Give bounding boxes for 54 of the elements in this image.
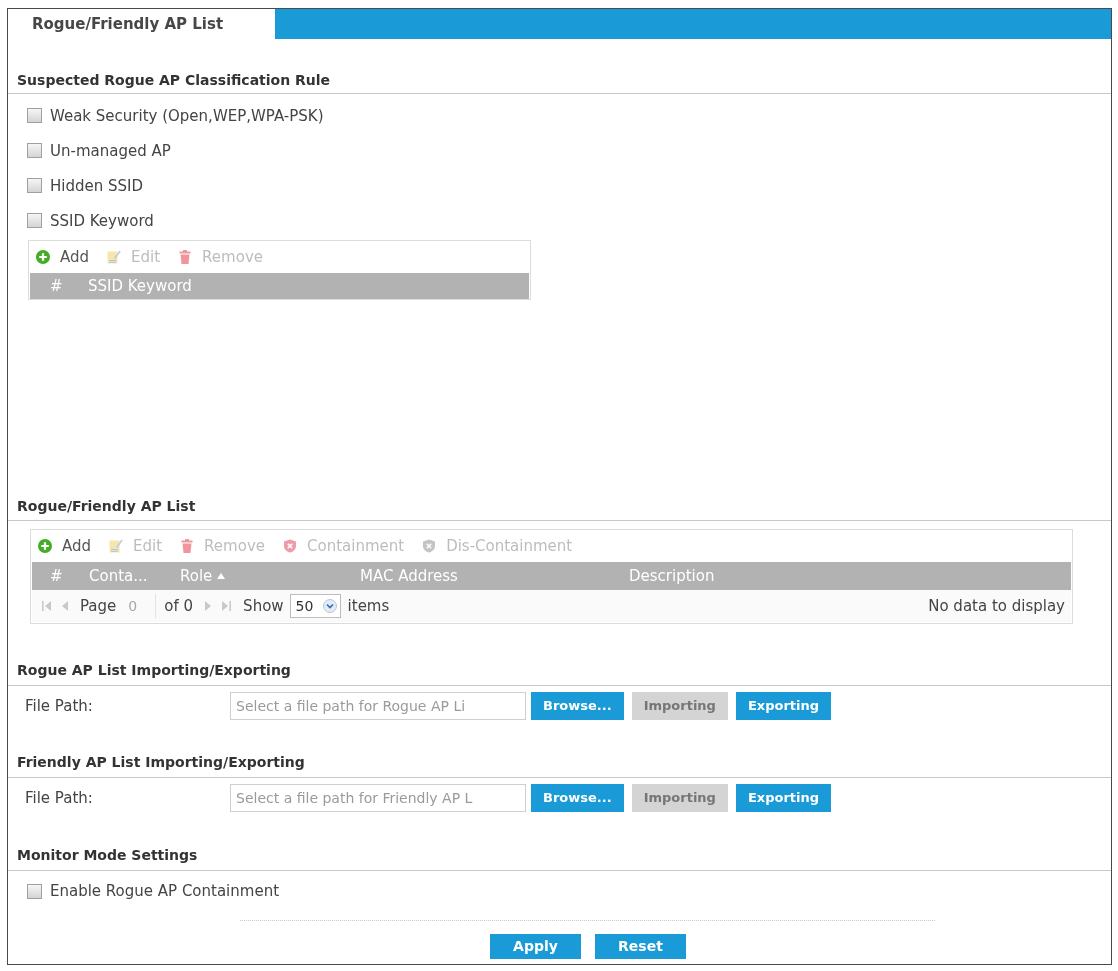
column-header[interactable]: SSID Keyword [88, 276, 192, 296]
checkbox-label: SSID Keyword [50, 210, 154, 231]
section-heading: Monitor Mode Settings [17, 846, 199, 865]
tab[interactable]: Rogue/Friendly AP List [8, 9, 275, 39]
per-page-select[interactable]: 50 [289, 594, 341, 618]
file-action-button[interactable]: Exporting [735, 692, 832, 720]
section-heading: Suspected Rogue AP Classification Rule [17, 71, 332, 90]
field-label: File Path: [25, 696, 94, 716]
column-header[interactable]: Conta... [89, 566, 148, 586]
caret-down-icon [322, 599, 337, 613]
form-action-button[interactable]: Reset [595, 934, 686, 959]
column-header[interactable]: Role [180, 566, 213, 586]
section-heading: Rogue AP List Importing/Exporting [17, 661, 292, 680]
form-action-button[interactable]: Apply [490, 934, 581, 959]
previous-page-icon[interactable] [62, 601, 68, 611]
last-page-icon[interactable] [222, 601, 232, 611]
items-label: items [347, 596, 390, 616]
file-action-button[interactable]: Exporting [735, 784, 832, 812]
checkbox-label: Weak Security (Open,WEP,WPA-PSK) [50, 105, 324, 126]
checkbox[interactable] [27, 213, 42, 228]
trash-icon [180, 539, 195, 553]
add-button[interactable]: Add [38, 536, 92, 556]
checkbox-label: Hidden SSID [50, 175, 143, 196]
file-action-button[interactable]: Browse... [531, 692, 624, 720]
shield-icon [283, 539, 297, 553]
first-page-icon[interactable] [42, 601, 51, 611]
trash-icon [178, 250, 193, 264]
checkbox[interactable] [27, 108, 42, 123]
column-header[interactable]: Description [629, 566, 715, 586]
file-path-field[interactable]: Select a file path for Rogue AP Li [230, 692, 526, 720]
add-button[interactable]: Add [36, 247, 90, 267]
section-heading: Rogue/Friendly AP List [17, 497, 197, 516]
checkbox[interactable] [27, 883, 42, 899]
checkbox-label: Un-managed AP [50, 140, 171, 161]
page-label: Page [80, 596, 117, 616]
notepad-icon [107, 250, 122, 264]
plus-icon [36, 250, 50, 264]
checkbox-label: Enable Rogue AP Containment [50, 881, 280, 901]
next-page-icon[interactable] [205, 601, 212, 611]
page-total: of 0 [164, 596, 194, 616]
column-header[interactable]: # [50, 566, 63, 586]
notepad-icon [109, 539, 124, 553]
shield-icon [422, 539, 437, 553]
field-label: File Path: [25, 788, 94, 808]
column-header[interactable]: MAC Address [360, 566, 458, 586]
show-label: Show [243, 596, 284, 616]
plus-icon [38, 539, 52, 553]
column-header[interactable]: # [50, 276, 63, 296]
file-path-field[interactable]: Select a file path for Friendly AP L [230, 784, 526, 812]
file-action-button[interactable]: Browse... [531, 784, 624, 812]
empty-status: No data to display [928, 596, 1065, 616]
checkbox[interactable] [27, 178, 42, 193]
checkbox[interactable] [27, 143, 42, 158]
section-heading: Friendly AP List Importing/Exporting [17, 753, 306, 772]
